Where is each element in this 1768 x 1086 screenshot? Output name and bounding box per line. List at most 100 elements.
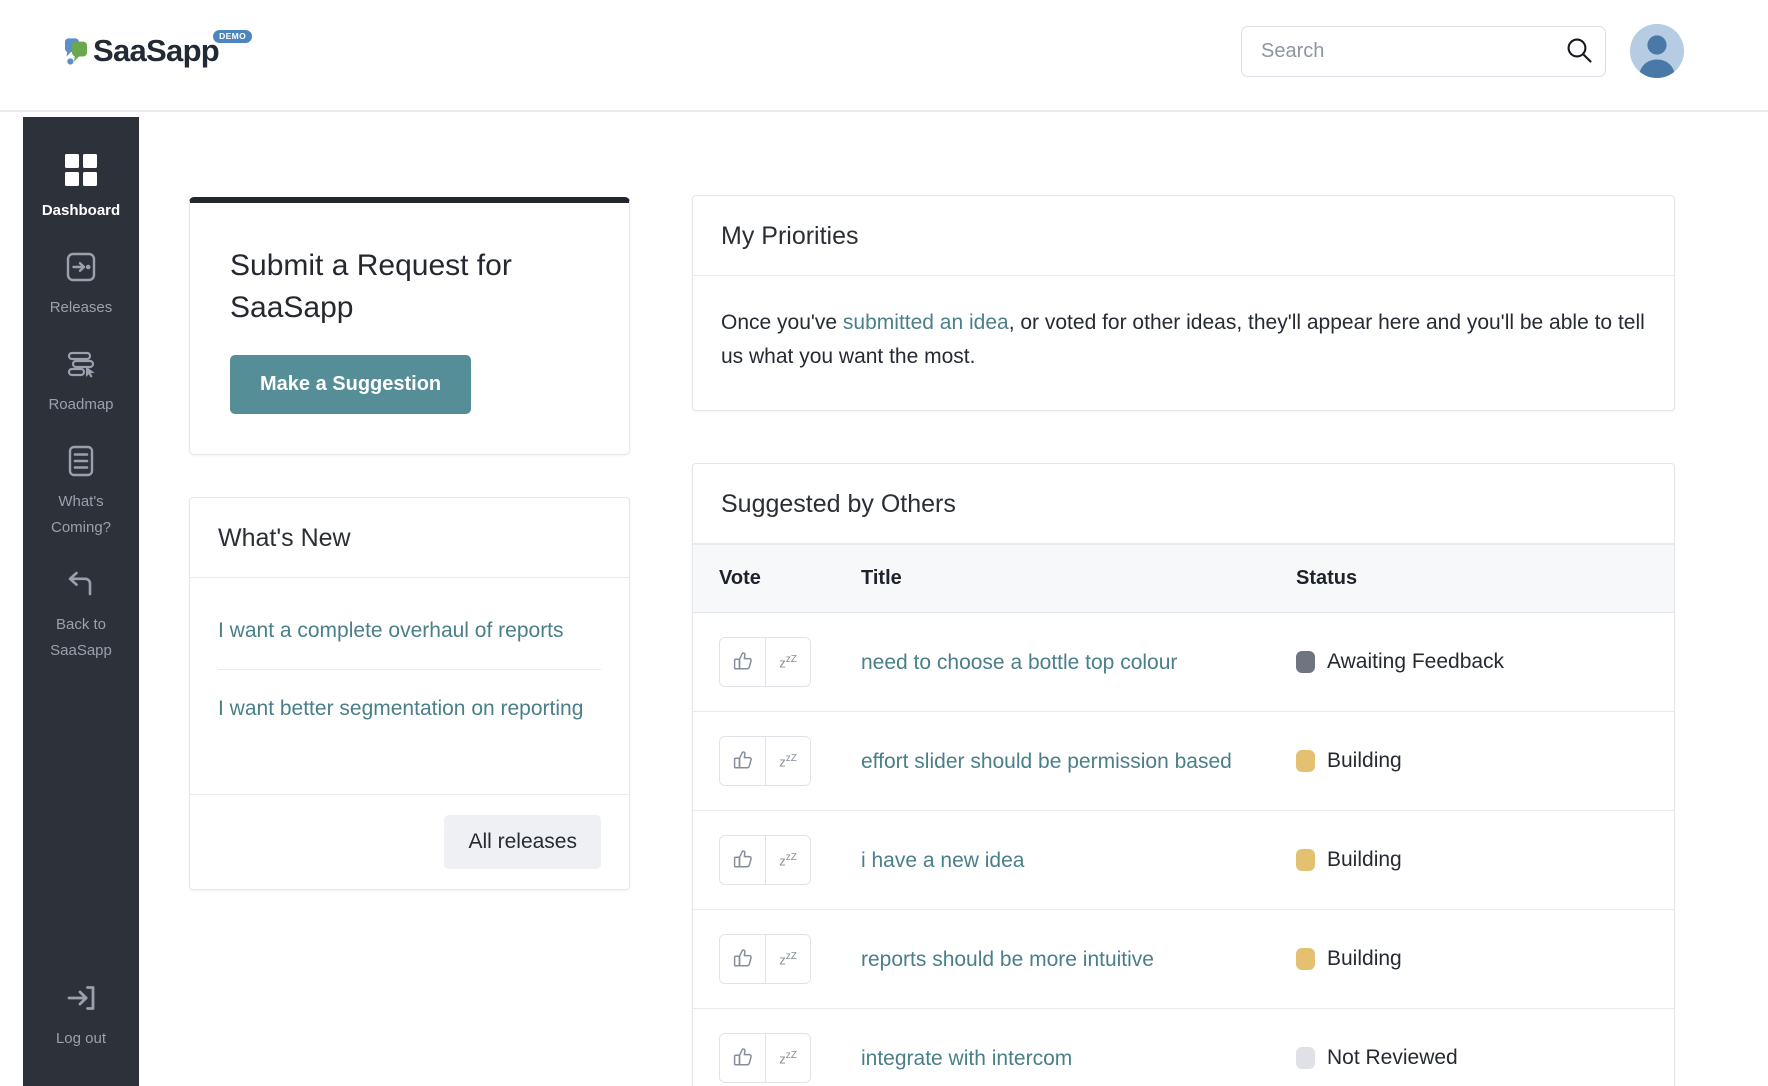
suggested-title: Suggested by Others bbox=[721, 490, 956, 518]
thumbs-up-icon bbox=[732, 947, 754, 972]
all-releases-button[interactable]: All releases bbox=[444, 815, 601, 869]
vote-cell: zzZ bbox=[693, 810, 861, 910]
title-cell: need to choose a bottle top colour bbox=[861, 612, 1296, 712]
submitted-an-idea-link[interactable]: submitted an idea bbox=[843, 311, 1009, 334]
make-a-suggestion-button[interactable]: Make a Suggestion bbox=[230, 355, 472, 414]
vote-control[interactable]: zzZ bbox=[719, 835, 811, 885]
status-cell-wrap: Not Reviewed bbox=[1296, 1008, 1674, 1086]
vote-cell: zzZ bbox=[693, 909, 861, 1009]
status-dot bbox=[1296, 750, 1315, 772]
table-row: zzZ reports should be more intuitive Bui… bbox=[693, 909, 1674, 1009]
right-column: My Priorities Once you've submitted an i… bbox=[692, 195, 1675, 1086]
title-cell: i have a new idea bbox=[861, 810, 1296, 910]
table-body: zzZ need to choose a bottle top colour A… bbox=[693, 612, 1674, 1086]
whats-new-link[interactable]: I want a complete overhaul of reports bbox=[218, 619, 564, 642]
my-priorities-body: Once you've submitted an idea, or voted … bbox=[693, 276, 1674, 410]
status-badge: Building bbox=[1296, 848, 1674, 872]
status-dot bbox=[1296, 849, 1315, 871]
status-dot bbox=[1296, 948, 1315, 970]
status-cell-wrap: Building bbox=[1296, 810, 1674, 910]
demo-badge: DEMO bbox=[213, 30, 253, 43]
snooze-button[interactable]: zzZ bbox=[765, 935, 810, 983]
vote-control[interactable]: zzZ bbox=[719, 934, 811, 984]
snooze-icon: zzZ bbox=[779, 950, 797, 968]
list-item[interactable]: I want a complete overhaul of reports bbox=[218, 592, 601, 669]
my-priorities-text: Once you've submitted an idea, or voted … bbox=[721, 306, 1646, 374]
vote-control[interactable]: zzZ bbox=[719, 637, 811, 687]
status-dot bbox=[1296, 651, 1315, 673]
sidebar-label-roadmap: Roadmap bbox=[48, 396, 114, 413]
vote-control[interactable]: zzZ bbox=[719, 736, 811, 786]
vote-cell: zzZ bbox=[693, 612, 861, 712]
suggested-header: Suggested by Others bbox=[693, 464, 1674, 544]
status-label: Building bbox=[1327, 848, 1402, 871]
table-header-row: Vote Title Status bbox=[693, 544, 1674, 613]
table-row: zzZ integrate with intercom Not Reviewed bbox=[693, 1008, 1674, 1086]
sidebar-item-roadmap[interactable]: Roadmap bbox=[23, 333, 139, 430]
table-row: zzZ effort slider should be permission b… bbox=[693, 711, 1674, 811]
sidebar-item-dashboard[interactable]: Dashboard bbox=[23, 139, 139, 236]
thumbs-up-button[interactable] bbox=[720, 836, 765, 884]
suggestion-title-link[interactable]: effort slider should be permission based bbox=[861, 750, 1232, 773]
table-row: zzZ i have a new idea Building bbox=[693, 810, 1674, 910]
status-cell-wrap: Building bbox=[1296, 711, 1674, 811]
thumbs-up-button[interactable] bbox=[720, 737, 765, 785]
title-cell: integrate with intercom bbox=[861, 1008, 1296, 1086]
status-badge: Not Reviewed bbox=[1296, 1046, 1674, 1070]
sidebar-item-releases[interactable]: Releases bbox=[23, 236, 139, 333]
roadmap-icon bbox=[64, 343, 98, 385]
snooze-button[interactable]: zzZ bbox=[765, 638, 810, 686]
sidebar-label-logout: Log out bbox=[55, 1030, 107, 1047]
app-logo[interactable]: SaaSapp DEMO bbox=[62, 30, 253, 70]
thumbs-up-button[interactable] bbox=[720, 935, 765, 983]
main-content: Submit a Request for SaaSapp Make a Sugg… bbox=[139, 117, 1768, 1086]
sidebar-label-whats-coming: What's Coming? bbox=[50, 493, 112, 536]
snooze-button[interactable]: zzZ bbox=[765, 836, 810, 884]
thumbs-up-button[interactable] bbox=[720, 638, 765, 686]
snooze-button[interactable]: zzZ bbox=[765, 737, 810, 785]
whats-new-link[interactable]: I want better segmentation on reporting bbox=[218, 697, 583, 720]
status-badge: Building bbox=[1296, 947, 1674, 971]
suggestion-title-link[interactable]: need to choose a bottle top colour bbox=[861, 651, 1177, 674]
column-header-status: Status bbox=[1296, 544, 1674, 613]
thumbs-up-icon bbox=[732, 848, 754, 873]
status-label: Not Reviewed bbox=[1327, 1046, 1458, 1069]
whats-new-card: What's New I want a complete overhaul of… bbox=[189, 497, 630, 890]
suggested-by-others-card: Suggested by Others Vote Title Status zz… bbox=[692, 463, 1675, 1086]
releases-icon bbox=[64, 246, 98, 288]
whats-new-header: What's New bbox=[190, 498, 629, 578]
submit-request-card: Submit a Request for SaaSapp Make a Sugg… bbox=[189, 197, 630, 455]
snooze-icon: zzZ bbox=[779, 653, 797, 671]
suggestion-title-link[interactable]: reports should be more intuitive bbox=[861, 948, 1154, 971]
saasapp-logo-icon bbox=[62, 38, 90, 68]
submit-request-title: Submit a Request for SaaSapp bbox=[230, 249, 512, 324]
search-input[interactable] bbox=[1242, 40, 1553, 63]
priorities-text-before: Once you've bbox=[721, 311, 843, 334]
table-header: Vote Title Status bbox=[693, 544, 1674, 613]
vote-control[interactable]: zzZ bbox=[719, 1033, 811, 1083]
document-icon bbox=[64, 440, 98, 482]
snooze-button[interactable]: zzZ bbox=[765, 1034, 810, 1082]
snooze-icon: zzZ bbox=[779, 752, 797, 770]
table-row: zzZ need to choose a bottle top colour A… bbox=[693, 612, 1674, 712]
status-label: Building bbox=[1327, 947, 1402, 970]
whats-new-title: What's New bbox=[218, 524, 351, 552]
search-bar[interactable] bbox=[1241, 26, 1606, 77]
title-cell: reports should be more intuitive bbox=[861, 909, 1296, 1009]
search-button[interactable] bbox=[1553, 27, 1605, 76]
list-item[interactable]: I want better segmentation on reporting bbox=[218, 669, 601, 747]
sidebar-item-back-to-saasapp[interactable]: Back to SaaSapp bbox=[23, 553, 139, 676]
suggestion-title-link[interactable]: integrate with intercom bbox=[861, 1047, 1072, 1070]
snooze-icon: zzZ bbox=[779, 851, 797, 869]
thumbs-up-button[interactable] bbox=[720, 1034, 765, 1082]
my-priorities-card: My Priorities Once you've submitted an i… bbox=[692, 195, 1675, 411]
grid-icon bbox=[63, 149, 99, 191]
status-badge: Awaiting Feedback bbox=[1296, 650, 1674, 674]
suggested-table: Vote Title Status zzZ need to choose a b… bbox=[693, 544, 1674, 1086]
avatar[interactable] bbox=[1630, 24, 1684, 78]
sidebar: Dashboard Releases Roadmap What's Coming… bbox=[23, 117, 139, 1086]
sidebar-item-whats-coming[interactable]: What's Coming? bbox=[23, 430, 139, 553]
my-priorities-header: My Priorities bbox=[693, 196, 1674, 276]
suggestion-title-link[interactable]: i have a new idea bbox=[861, 849, 1024, 872]
sidebar-item-logout[interactable]: Log out bbox=[23, 967, 139, 1086]
